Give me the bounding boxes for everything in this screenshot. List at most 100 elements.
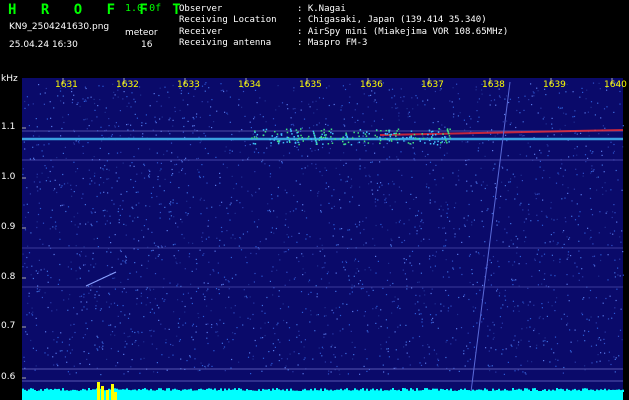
noise-floor-spike <box>264 389 266 392</box>
noise-speck <box>610 189 612 191</box>
noise-speck <box>417 104 419 106</box>
noise-speck <box>259 97 261 99</box>
signal-speck <box>323 128 325 131</box>
noise-speck <box>187 92 190 94</box>
noise-speck <box>316 293 318 295</box>
noise-speck <box>182 293 185 295</box>
noise-speck <box>510 178 512 180</box>
noise-speck <box>143 236 145 238</box>
x-tick-label: 1640 <box>604 80 627 90</box>
noise-speck <box>529 301 531 303</box>
noise-speck <box>522 371 524 373</box>
noise-speck <box>574 132 576 134</box>
noise-speck <box>527 319 529 322</box>
noise-speck <box>230 367 232 369</box>
noise-speck <box>103 191 105 193</box>
noise-speck <box>35 317 37 319</box>
noise-speck <box>557 172 559 174</box>
noise-speck <box>420 212 423 214</box>
noise-speck <box>546 216 548 218</box>
noise-speck <box>171 168 173 171</box>
noise-speck <box>256 102 258 104</box>
noise-speck <box>205 82 207 84</box>
noise-speck <box>120 151 122 153</box>
noise-speck <box>348 102 350 104</box>
noise-speck <box>251 195 253 197</box>
noise-floor-spike <box>546 390 548 392</box>
noise-speck <box>94 109 96 111</box>
noise-speck <box>156 162 159 164</box>
noise-speck <box>352 358 354 360</box>
noise-speck <box>429 192 431 194</box>
noise-speck <box>61 350 63 352</box>
noise-speck <box>118 125 120 127</box>
noise-speck <box>471 273 473 275</box>
noise-speck <box>83 100 85 102</box>
noise-speck <box>322 347 324 350</box>
noise-speck <box>434 179 436 181</box>
noise-speck <box>560 318 563 320</box>
noise-speck <box>44 292 46 294</box>
noise-speck <box>433 349 435 351</box>
noise-speck <box>417 210 420 212</box>
noise-speck <box>365 242 367 244</box>
noise-speck <box>502 167 504 169</box>
noise-floor-spike <box>200 388 202 392</box>
noise-speck <box>276 324 278 326</box>
noise-speck <box>379 161 381 163</box>
noise-speck <box>560 107 562 109</box>
noise-speck <box>364 269 366 271</box>
noise-speck <box>396 156 398 158</box>
noise-speck <box>622 274 624 276</box>
noise-speck <box>160 203 162 205</box>
noise-speck <box>405 201 407 203</box>
noise-speck <box>370 94 372 96</box>
noise-speck <box>498 266 500 268</box>
noise-speck <box>460 327 463 329</box>
noise-speck <box>385 201 387 203</box>
noise-speck <box>79 296 81 298</box>
noise-floor-spike <box>446 389 448 392</box>
noise-speck <box>140 295 142 297</box>
noise-speck <box>539 261 541 263</box>
noise-speck <box>316 314 318 316</box>
noise-speck <box>77 102 79 104</box>
noise-speck <box>301 311 304 313</box>
noise-speck <box>412 147 414 149</box>
noise-speck <box>93 175 96 177</box>
noise-speck <box>437 358 439 360</box>
signal-speck <box>376 136 378 138</box>
noise-speck <box>125 259 127 261</box>
noise-speck <box>301 101 303 103</box>
noise-speck <box>351 116 353 118</box>
noise-speck <box>26 266 28 268</box>
noise-speck <box>582 276 584 278</box>
noise-speck <box>125 224 127 226</box>
signal-speck <box>310 138 312 140</box>
noise-speck <box>124 261 126 263</box>
noise-floor-spike <box>596 389 598 392</box>
noise-floor-spike <box>464 388 466 392</box>
noise-speck <box>447 310 449 312</box>
noise-speck <box>223 348 225 350</box>
noise-speck <box>187 120 189 122</box>
signal-speck <box>366 131 368 133</box>
noise-speck <box>391 239 393 241</box>
noise-speck <box>73 143 75 145</box>
meteor-trail <box>85 271 117 287</box>
noise-speck <box>617 335 620 337</box>
noise-speck <box>597 316 599 318</box>
noise-speck <box>442 177 444 179</box>
signal-speck <box>320 130 323 132</box>
noise-speck <box>589 188 591 190</box>
noise-speck <box>187 292 189 294</box>
noise-speck <box>283 241 285 243</box>
noise-speck <box>423 238 425 240</box>
noise-speck <box>92 252 94 254</box>
noise-speck <box>53 107 55 109</box>
noise-speck <box>363 228 365 231</box>
noise-speck <box>112 83 114 85</box>
noise-speck <box>400 88 402 90</box>
noise-speck <box>404 273 406 275</box>
meteor-detection-bar <box>106 390 109 400</box>
